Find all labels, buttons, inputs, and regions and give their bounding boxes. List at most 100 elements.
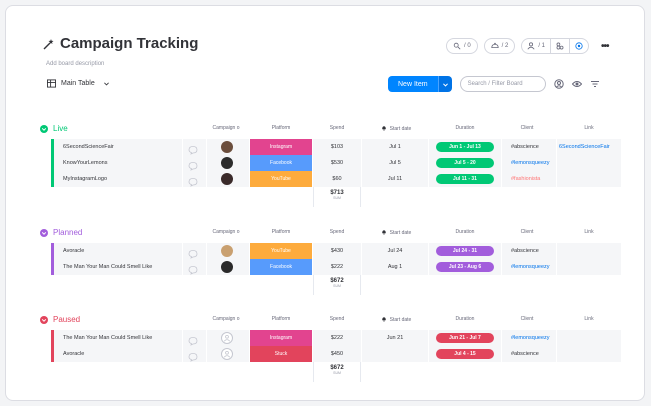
avatar[interactable] (221, 245, 233, 257)
group-title[interactable]: Planned (40, 228, 82, 237)
spend-value[interactable]: $450 (313, 351, 361, 357)
column-header-client[interactable]: Client (501, 316, 553, 322)
duration-timeline[interactable]: Jul 11 - 31 (436, 174, 494, 184)
chat-bubble-icon[interactable] (188, 349, 198, 362)
column-header-platform[interactable]: Platform (250, 229, 312, 235)
client-tag[interactable]: #abscience (511, 144, 539, 150)
item-name[interactable]: MyInstagramLogo (63, 176, 107, 182)
spend-value[interactable]: $103 (313, 144, 361, 150)
chat-bubble-icon[interactable] (188, 158, 198, 171)
person-filter-button[interactable] (553, 79, 564, 89)
column-header-duration[interactable]: Duration (436, 316, 494, 322)
automations-button[interactable] (569, 39, 588, 53)
avatar[interactable] (221, 261, 233, 273)
column-header-duration[interactable]: Duration (436, 125, 494, 131)
group-title[interactable]: Live (40, 124, 68, 133)
chat-bubble-icon[interactable] (188, 262, 198, 275)
column-header-client[interactable]: Client (501, 229, 553, 235)
client-tag[interactable]: #fashionista (511, 176, 540, 182)
client-tag[interactable]: #lemonsqueezy (511, 160, 550, 166)
platform-status[interactable]: Stuck (250, 346, 312, 362)
avatar[interactable] (221, 348, 233, 360)
link-cell[interactable]: 6SecondScienceFair (559, 144, 610, 150)
column-header-campaign-owner[interactable]: Campaign o (206, 316, 246, 322)
column-header-spend[interactable]: Spend (313, 125, 361, 131)
chat-bubble-icon[interactable] (188, 174, 198, 187)
spend-value[interactable]: $430 (313, 248, 361, 254)
integrations-button[interactable] (550, 39, 569, 53)
chat-bubble-icon[interactable] (188, 142, 198, 155)
item-name[interactable]: Avoracle (63, 351, 84, 357)
column-header-spend[interactable]: Spend (313, 316, 361, 322)
column-header-start-date[interactable]: Start date (366, 316, 426, 323)
start-date[interactable]: Jun 21 (362, 335, 428, 341)
item-name[interactable]: Avoracle (63, 248, 84, 254)
platform-status[interactable]: Instagram (250, 139, 312, 155)
chevron-down-icon[interactable] (40, 124, 48, 133)
client-tag[interactable]: #abscience (511, 351, 539, 357)
chevron-down-icon[interactable] (40, 315, 48, 324)
platform-status[interactable]: YouTube (250, 243, 312, 259)
platform-status[interactable]: Facebook (250, 259, 312, 275)
table-row[interactable]: Avoracle YouTube $430 Jul 24 Jul 24 - 31 #abs… (36, 243, 621, 259)
start-date[interactable]: Jul 5 (362, 160, 428, 166)
duration-timeline[interactable]: Jul 4 - 15 (436, 349, 494, 359)
duration-timeline[interactable]: Jun 21 - Jul 7 (436, 333, 494, 343)
avatar[interactable] (221, 332, 233, 344)
duration-timeline[interactable]: Jul 23 - Aug 6 (436, 262, 494, 272)
chevron-down-icon[interactable] (40, 228, 48, 237)
platform-status[interactable]: YouTube (250, 171, 312, 187)
new-item-dropdown[interactable] (437, 76, 452, 92)
chat-bubble-icon[interactable] (188, 333, 198, 346)
members-button[interactable]: / 1 (522, 39, 550, 53)
column-header-link[interactable]: Link (559, 316, 619, 322)
item-name[interactable]: KnowYourLemons (63, 160, 107, 166)
start-date[interactable]: Jul 24 (362, 248, 428, 254)
start-date[interactable]: Jul 11 (362, 176, 428, 182)
start-date[interactable]: Aug 1 (362, 264, 428, 270)
chat-bubble-icon[interactable] (188, 246, 198, 259)
hide-columns-button[interactable] (571, 79, 582, 89)
search-input[interactable]: Search / Filter Board (459, 76, 546, 92)
group-title[interactable]: Paused (40, 315, 80, 324)
item-name[interactable]: 6SecondScienceFair (63, 144, 114, 150)
new-item-button[interactable]: New Item (388, 76, 452, 92)
spend-value[interactable]: $60 (313, 176, 361, 182)
client-tag[interactable]: #lemonsqueezy (511, 264, 550, 270)
table-row[interactable]: Avoracle Stuck $450 Jul 4 - 15 #abscience (36, 346, 621, 362)
view-selector[interactable]: Main Table (47, 79, 110, 88)
column-header-duration[interactable]: Duration (436, 229, 494, 235)
avatar[interactable] (221, 173, 233, 185)
avatar[interactable] (221, 141, 233, 153)
table-row[interactable]: MyInstagramLogo YouTube $60 Jul 11 Jul 11 - … (36, 171, 621, 187)
duration-timeline[interactable]: Jun 1 - Jul 13 (436, 142, 494, 152)
platform-status[interactable]: Facebook (250, 155, 312, 171)
column-header-platform[interactable]: Platform (250, 125, 312, 131)
column-header-start-date[interactable]: Start date (366, 229, 426, 236)
table-row[interactable]: The Man Your Man Could Smell Like Instagr… (36, 330, 621, 346)
table-row[interactable]: 6SecondScienceFair Instagram $103 Jul 1 Jun … (36, 139, 621, 155)
activity-button[interactable]: / 0 (446, 38, 478, 54)
column-header-campaign-owner[interactable]: Campaign o (206, 229, 246, 235)
table-row[interactable]: The Man Your Man Could Smell Like Faceboo… (36, 259, 621, 275)
duration-timeline[interactable]: Jul 5 - 20 (436, 158, 494, 168)
board-description[interactable]: Add board description (46, 61, 104, 67)
client-tag[interactable]: #lemonsqueezy (511, 335, 550, 341)
column-header-start-date[interactable]: Start date (366, 125, 426, 132)
column-header-campaign-owner[interactable]: Campaign o (206, 125, 246, 131)
start-date[interactable]: Jul 1 (362, 144, 428, 150)
column-header-client[interactable]: Client (501, 125, 553, 131)
item-name[interactable]: The Man Your Man Could Smell Like (63, 335, 152, 341)
item-name[interactable]: The Man Your Man Could Smell Like (63, 264, 152, 270)
platform-status[interactable]: Instagram (250, 330, 312, 346)
spend-value[interactable]: $222 (313, 264, 361, 270)
duration-timeline[interactable]: Jul 24 - 31 (436, 246, 494, 256)
table-row[interactable]: KnowYourLemons Facebook $530 Jul 5 Jul 5 - 2… (36, 155, 621, 171)
avatar[interactable] (221, 157, 233, 169)
filter-button[interactable] (590, 79, 600, 89)
board-title[interactable]: Campaign Tracking (43, 35, 198, 52)
column-header-spend[interactable]: Spend (313, 229, 361, 235)
client-tag[interactable]: #abscience (511, 248, 539, 254)
spend-value[interactable]: $530 (313, 160, 361, 166)
column-header-platform[interactable]: Platform (250, 316, 312, 322)
